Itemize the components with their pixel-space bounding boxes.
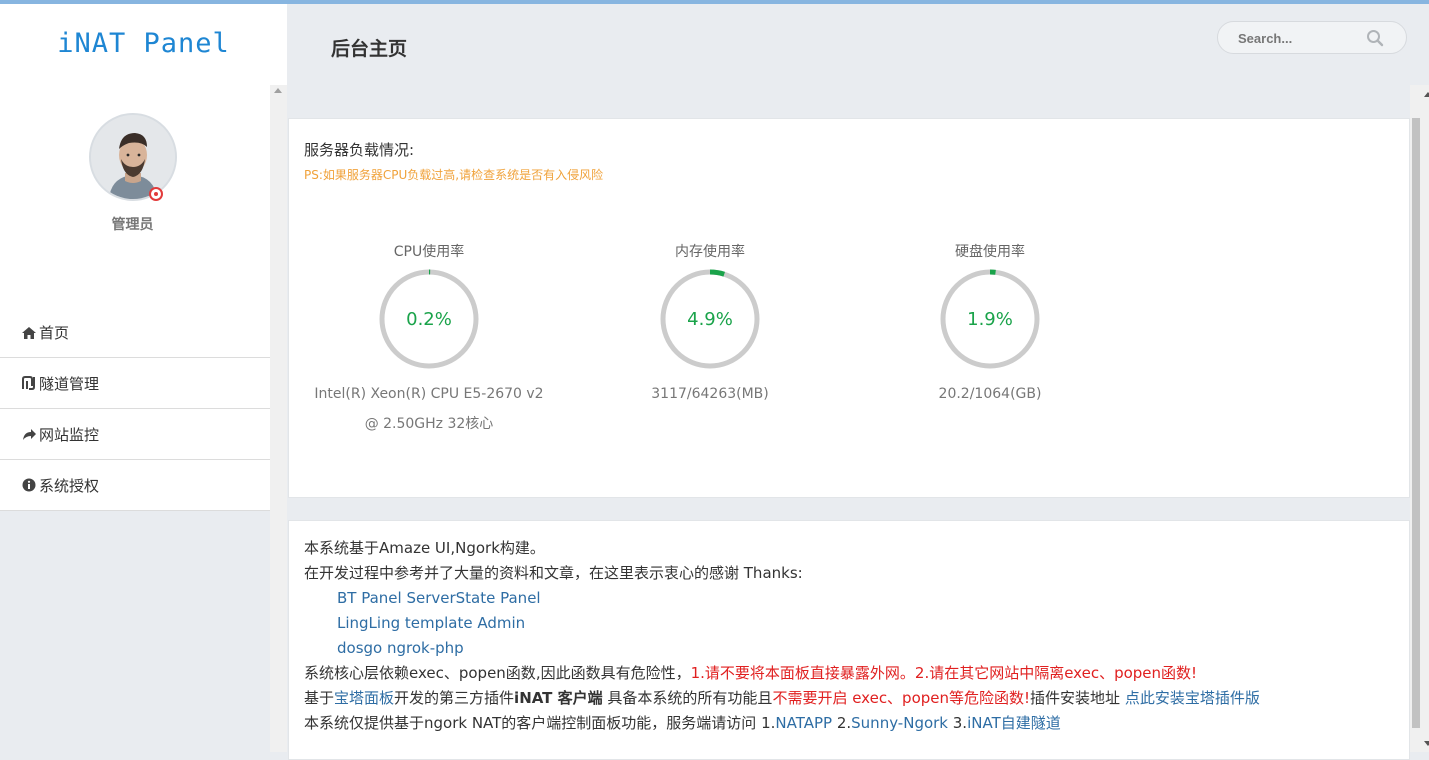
server-text: 3. (948, 714, 968, 732)
info-circle-icon (22, 478, 36, 492)
memory-usage: 3117/64263(MB) (651, 386, 769, 402)
warning-line: 系统核心层依赖exec、popen函数,因此函数具有危险性，1.请不要将本面板直… (304, 661, 1260, 686)
logo-area: iNAT Panel (0, 4, 287, 85)
plugin-name: iNAT 客户端 (514, 689, 603, 707)
warning-text: 系统核心层依赖exec、popen函数,因此函数具有危险性， (304, 664, 691, 682)
tunnel-icon (22, 376, 35, 390)
sidebar-item-site-monitor[interactable]: 网站监控 (0, 409, 270, 460)
load-warning-note: PS:如果服务器CPU负载过高,请检查系统是否有入侵风险 (304, 168, 604, 182)
disk-usage: 20.2/1064(GB) (938, 386, 1042, 402)
about-line-2: 在开发过程中参考并了大量的资料和文章，在这里表示衷心的感谢 Thanks: (304, 564, 803, 582)
load-title: 服务器负载情况: (304, 141, 415, 159)
cpu-model: Intel(R) Xeon(R) CPU E5-2670 v2 (314, 386, 544, 402)
plugin-text: 具备本系统的所有功能且 (602, 689, 773, 707)
about-text: 本系统基于Amaze UI,Ngork构建。 在开发过程中参考并了大量的资料和文… (304, 536, 1260, 736)
sidebar-scrollbar[interactable] (270, 85, 287, 752)
bt-panel-link[interactable]: 宝塔面板 (334, 689, 394, 707)
about-line-1: 本系统基于Amaze UI,Ngork构建。 (304, 539, 545, 557)
share-arrow-icon (23, 429, 36, 440)
server-text: 本系统仅提供基于ngork NAT的客户端控制面板功能，服务端请访问 1. (304, 714, 776, 732)
plugin-line: 基于宝塔面板开发的第三方插件iNAT 客户端 具备本系统的所有功能且不需要开启 … (304, 686, 1260, 711)
sidebar-item-license[interactable]: 系统授权 (0, 460, 270, 511)
gauge-label: 硬盘使用率 (955, 244, 1025, 260)
sidebar-item-tunnels[interactable]: 隧道管理 (0, 358, 270, 409)
gauge-label: 内存使用率 (675, 244, 745, 260)
plugin-red-text: 不需要开启 exec、popen等危险函数! (772, 689, 1031, 707)
sidebar-item-label: 系统授权 (39, 476, 100, 495)
sidebar-item-label: 网站监控 (39, 425, 100, 444)
sidebar: 管理员 首页 隧道管理 网站监控 系统授权 (0, 85, 270, 752)
about-panel: 本系统基于Amaze UI,Ngork构建。 在开发过程中参考并了大量的资料和文… (288, 520, 1410, 760)
search-input[interactable] (1228, 26, 1368, 50)
gauge-value: 1.9% (967, 309, 1013, 330)
cpu-gauge-ring: 0.2% (379, 269, 479, 369)
server-line: 本系统仅提供基于ngork NAT的客户端控制面板功能，服务端请访问 1.NAT… (304, 711, 1260, 736)
plugin-text: 插件安装地址 (1030, 689, 1125, 707)
sidebar-empty-area (0, 511, 270, 752)
gauge-value: 0.2% (406, 309, 452, 330)
inat-tunnel-link[interactable]: iNAT自建隧道 (967, 714, 1061, 732)
plugin-text: 基于 (304, 689, 335, 707)
disk-gauge-ring: 1.9% (940, 269, 1040, 369)
sidebar-item-home[interactable]: 首页 (0, 308, 270, 358)
disk-gauge: 硬盘使用率 1.9% 20.2/1064(GB) (850, 241, 1130, 409)
search-icon[interactable] (1366, 29, 1384, 47)
sidebar-nav: 首页 隧道管理 网站监控 系统授权 (0, 308, 270, 511)
warning-red-text: 1.请不要将本面板直接暴露外网。2.请在其它网站中隔离exec、popen函数! (690, 664, 1198, 682)
sunny-ngork-link[interactable]: Sunny-Ngork (851, 714, 948, 732)
scroll-up-icon[interactable] (1424, 92, 1429, 97)
status-dot-icon (149, 187, 163, 201)
avatar[interactable] (89, 113, 177, 201)
scroll-down-icon[interactable] (1424, 741, 1429, 746)
gauge-detail: 3117/64263(MB) (570, 379, 850, 409)
user-role: 管理员 (111, 217, 154, 233)
gauge-value: 4.9% (687, 309, 733, 330)
credit-link[interactable]: dosgo ngrok-php (304, 636, 1260, 661)
home-icon (22, 326, 36, 339)
gauge-label: CPU使用率 (393, 244, 465, 260)
gauge-detail: 20.2/1064(GB) (850, 379, 1130, 409)
credit-link[interactable]: BT Panel ServerState Panel (304, 586, 1260, 611)
scrollbar-thumb[interactable] (1412, 118, 1420, 728)
app-logo[interactable]: iNAT Panel (0, 28, 287, 59)
sidebar-item-label: 隧道管理 (39, 374, 100, 393)
page-title: 后台主页 (331, 38, 408, 60)
memory-gauge-ring: 4.9% (660, 269, 760, 369)
credit-link[interactable]: LingLing template Admin (304, 611, 1260, 636)
natapp-link[interactable]: NATAPP (775, 714, 832, 732)
install-plugin-link[interactable]: 点此安装宝塔插件版 (1125, 689, 1260, 707)
scroll-up-icon[interactable] (274, 88, 282, 93)
gauge-detail: Intel(R) Xeon(R) CPU E5-2670 v2 @ 2.50GH… (289, 379, 569, 439)
server-load-panel: 服务器负载情况: PS:如果服务器CPU负载过高,请检查系统是否有入侵风险 CP… (288, 118, 1410, 498)
memory-gauge: 内存使用率 4.9% 3117/64263(MB) (570, 241, 850, 409)
server-text: 2. (832, 714, 852, 732)
plugin-text: 开发的第三方插件 (394, 689, 515, 707)
main-scrollbar[interactable] (1410, 85, 1429, 752)
sidebar-item-label: 首页 (39, 324, 70, 342)
cpu-gauge: CPU使用率 0.2% Intel(R) Xeon(R) CPU E5-2670… (289, 241, 569, 439)
avatar-image (91, 115, 175, 199)
cpu-speed-cores: @ 2.50GHz 32核心 (364, 416, 494, 432)
